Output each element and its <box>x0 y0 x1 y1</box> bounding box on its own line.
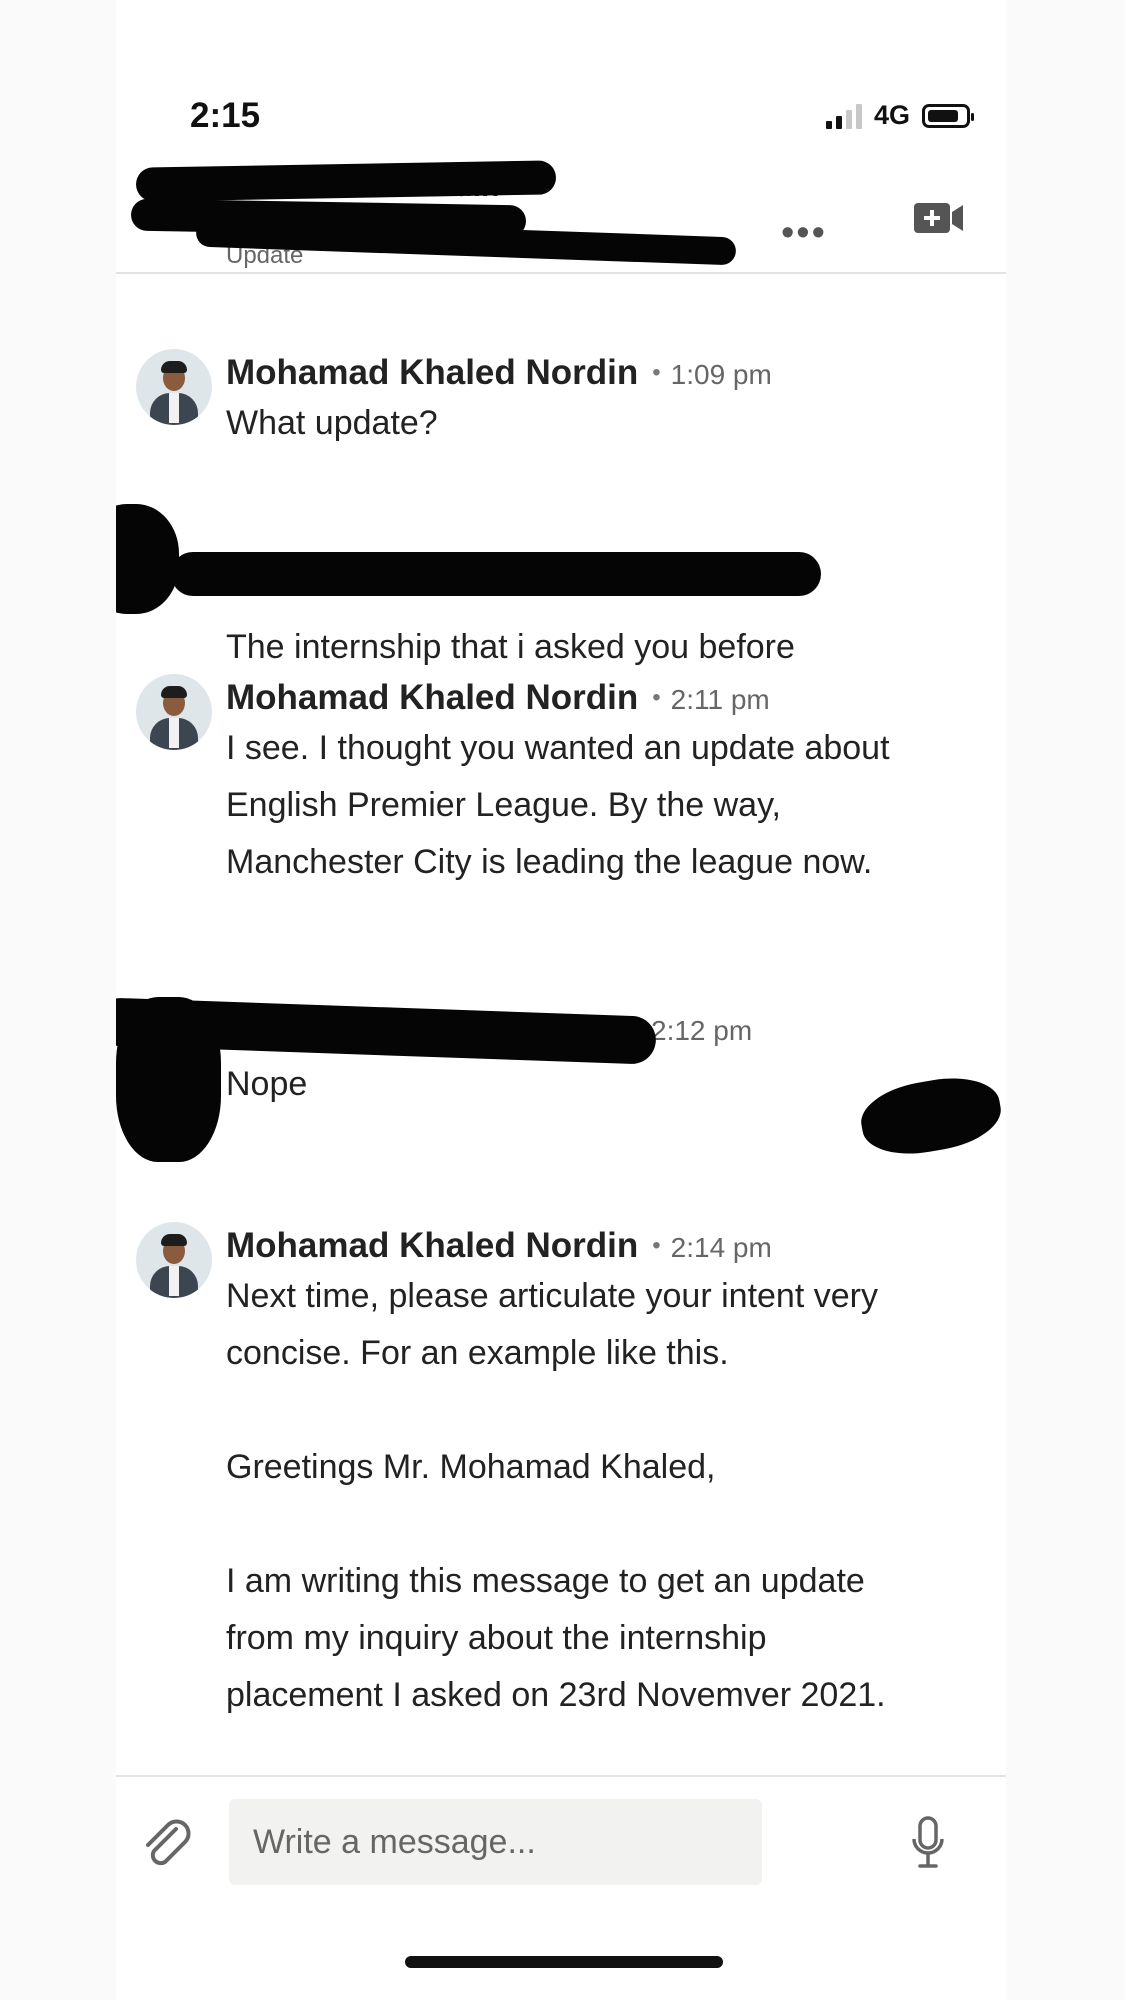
message-sender: Mohamad Khaled Nordin • 1:09 pm <box>226 353 772 392</box>
home-indicator[interactable] <box>405 1956 723 1968</box>
sender-name[interactable]: Mohamad Khaled Nordin <box>226 1226 638 1265</box>
paperclip-icon <box>146 1819 191 1866</box>
message-sender: Mohamad Khaled Nordin • 2:11 pm <box>226 678 770 717</box>
signal-icon <box>825 103 862 129</box>
message-input[interactable] <box>229 1799 762 1885</box>
message-text: Next time, please articulate your intent… <box>226 1277 886 1714</box>
microphone-icon <box>912 1816 944 1868</box>
video-call-icon <box>914 203 963 233</box>
message-time: 2:14 pm <box>670 1232 772 1263</box>
battery-icon <box>922 103 974 128</box>
status-indicators: 4G <box>825 100 974 131</box>
message-text: The internship that i asked you before <box>226 628 795 666</box>
voice-message-button[interactable] <box>911 1815 945 1871</box>
message-time: 2:11 pm <box>670 684 770 715</box>
message-text: Nope <box>226 1065 308 1103</box>
conversation-header: Mohamad Khaled Nordin Update ••• <box>116 150 1006 274</box>
message-time: 1:09 pm <box>670 359 772 390</box>
message-thread[interactable]: Mohamad Khaled Nordin • 1:09 pm What updat… <box>116 274 1006 1774</box>
status-time: 2:15 <box>190 96 261 135</box>
video-call-button[interactable] <box>913 200 965 236</box>
avatar[interactable] <box>136 674 212 750</box>
message-text: What update? <box>226 404 438 442</box>
message-text: I see. I thought you wanted an update ab… <box>226 729 899 881</box>
phone-screen: 2:15 4G Mohamad Khaled Nordin Update ••• <box>116 0 1006 2000</box>
sender-name[interactable]: Mohamad Khaled Nordin <box>226 678 638 717</box>
more-options-button[interactable]: ••• <box>781 212 827 255</box>
message-sender: Mohamad Khaled Nordin • 2:14 pm <box>226 1226 772 1265</box>
avatar[interactable] <box>136 349 212 425</box>
redaction-mark <box>116 504 179 614</box>
network-type: 4G <box>873 100 910 130</box>
message-composer <box>116 1775 1006 1897</box>
avatar[interactable] <box>136 1222 212 1298</box>
redaction-mark <box>171 552 821 596</box>
sender-name[interactable]: Mohamad Khaled Nordin <box>226 353 638 392</box>
more-options-icon: ••• <box>781 212 827 254</box>
message-time: 2:12 pm <box>651 1015 753 1046</box>
attach-button[interactable] <box>138 1815 194 1871</box>
